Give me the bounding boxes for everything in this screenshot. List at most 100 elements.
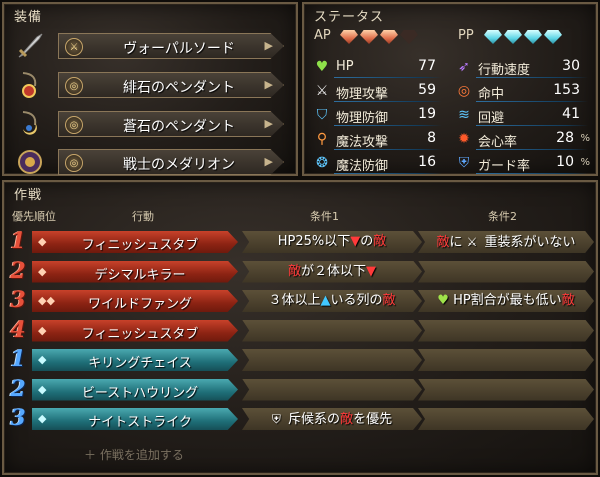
skill-slot[interactable]: ◆◆ ワイルドファング — [32, 290, 238, 312]
pp-gem-icon — [504, 30, 522, 44]
status-panel: ステータス AP PP ♥ HP 77 ⚔ 物理攻撃 59 ⛉ 物理防御 19 … — [302, 2, 598, 176]
condition-1-slot[interactable]: ⛨ 斥候系の敵を優先 — [242, 408, 422, 430]
chevron-right-icon: ▶ — [264, 117, 273, 130]
priority-number: 1 — [10, 346, 26, 372]
sword-icon — [14, 30, 46, 62]
priority-number: 3 — [10, 405, 26, 431]
priority-number: 2 — [10, 257, 26, 284]
stat-value: 41 — [562, 106, 580, 122]
red-pendant-icon — [14, 69, 46, 101]
weapon-type-icon: ⚔ — [65, 38, 83, 56]
stat-label: 魔法攻撃 — [336, 135, 389, 150]
tactic-row[interactable]: 4 ◆ フィニッシュスタブ — [4, 317, 596, 343]
stat-label: 行動速度 — [478, 63, 531, 78]
condition-1-slot[interactable] — [242, 319, 422, 342]
condition-1-slot[interactable]: HP25%以下▼の敵 — [242, 231, 422, 253]
condition-icon: ⚔ — [466, 235, 478, 249]
stat-value: 10 — [556, 154, 574, 170]
equipment-name: 戦士のメダリオン — [123, 157, 235, 173]
condition-text: ▼ — [366, 263, 377, 279]
equipment-slot-accessory-2[interactable]: ◎ 蒼石のペンダント ▶ — [10, 108, 292, 140]
stat-value: 28 — [556, 130, 574, 146]
equipment-plate: ⚔ ヴォーパルソード ▶ — [58, 33, 284, 59]
condition-2-slot[interactable] — [418, 408, 594, 430]
pp-label: PP — [458, 28, 474, 43]
equipment-name: 緋石のペンダント — [123, 80, 235, 96]
status-title: ステータス — [314, 10, 385, 25]
header-action: 行動 — [132, 210, 154, 223]
condition-2-slot[interactable]: ♥ HP割合が最も低い敵 — [418, 290, 594, 312]
skill-slot[interactable]: ◆ デシマルキラー — [32, 260, 238, 283]
condition-text: ♥ — [437, 293, 449, 308]
tactic-row[interactable]: 3 ◆◆ ワイルドファング ３体以上▲いる列の敵 ♥ HP割合が最も低い敵 — [4, 287, 596, 313]
tactic-row[interactable]: 2 ◆ ビーストハウリング — [4, 376, 596, 402]
condition-1-slot[interactable] — [242, 349, 422, 371]
skill-slot[interactable]: ◆ キリングチェイス — [32, 349, 238, 371]
condition-text: HP25%以下 — [277, 234, 351, 249]
skill-slot[interactable]: ◆ フィニッシュスタブ — [32, 319, 238, 342]
chevron-right-icon: ▶ — [264, 78, 273, 91]
condition-text: が２体以下 — [301, 263, 367, 279]
condition-2-slot[interactable] — [418, 349, 594, 371]
equipment-slot-weapon[interactable]: ⚔ ヴォーパルソード ▶ — [10, 30, 292, 62]
medallion-icon — [14, 146, 46, 178]
condition-text: ▼ — [350, 234, 361, 249]
ap-gem-icon — [360, 30, 378, 44]
skill-name: ワイルドファング — [87, 297, 192, 312]
condition-text: 敵 — [561, 293, 575, 308]
condition-2-slot[interactable] — [418, 319, 594, 342]
stat-value: 16 — [418, 154, 436, 170]
tactic-row[interactable]: 2 ◆ デシマルキラー 敵が２体以下▼ — [4, 257, 596, 284]
magic-defense-icon: ❂ — [316, 155, 328, 171]
stat-value: 19 — [418, 106, 436, 122]
condition-text: 敵 — [436, 235, 450, 250]
stat-label: HP — [336, 59, 354, 74]
condition-2-slot[interactable] — [418, 378, 594, 401]
stat-guard: ⛨ ガード率 10 % — [454, 152, 594, 174]
stat-divider — [476, 149, 588, 150]
stat-unit: % — [580, 157, 590, 168]
header-priority: 優先順位 — [12, 210, 56, 223]
equipment-slot-accessory-3[interactable]: ◎ 戦士のメダリオン ▶ — [10, 146, 292, 178]
condition-text: 敵 — [382, 293, 396, 308]
skill-name: デシマルキラー — [94, 267, 186, 283]
pp-gem-icon — [484, 30, 502, 44]
skill-slot[interactable]: ◆ ナイトストライク — [32, 408, 238, 430]
skill-name: フィニッシュスタブ — [81, 326, 199, 342]
stat-divider — [334, 77, 442, 78]
condition-1-slot[interactable] — [242, 378, 422, 401]
wand-icon: ⚲ — [316, 131, 328, 147]
condition-text: ▲ — [320, 293, 331, 308]
stat-value: 153 — [553, 82, 580, 98]
equipment-title: 装備 — [14, 10, 43, 25]
cost-gem-icon: ◆ — [38, 382, 47, 396]
condition-text: いる列の — [330, 293, 383, 308]
condition-1-slot[interactable]: 敵が２体以下▼ — [242, 260, 422, 283]
ap-gem-icon — [380, 30, 398, 44]
condition-2-slot[interactable]: 敵に ⚔ 重装系がいない — [418, 231, 594, 253]
add-tactic-button[interactable]: ＋ 作戦を追加する — [84, 446, 184, 463]
stat-divider — [334, 101, 442, 102]
speed-icon: ➶ — [458, 59, 470, 75]
condition-text: 敵 — [373, 234, 387, 249]
heart-icon: ♥ — [315, 59, 329, 75]
tactic-row[interactable]: 1 ◆ キリングチェイス — [4, 346, 596, 372]
stat-label: 会心率 — [478, 135, 518, 150]
stat-divider — [334, 149, 442, 150]
condition-text: を優先 — [353, 412, 393, 427]
stat-magic-defense: ❂ 魔法防御 16 — [312, 152, 446, 174]
skill-name: フィニッシュスタブ — [81, 238, 199, 253]
tactic-row[interactable]: 1 ◆ フィニッシュスタブ HP25%以下▼の敵 敵に ⚔ 重装系がいない — [4, 228, 596, 254]
skill-name: ビーストハウリング — [81, 385, 199, 401]
equipment-slot-accessory-1[interactable]: ◎ 緋石のペンダント ▶ — [10, 69, 292, 101]
stat-label: ガード率 — [478, 159, 531, 174]
condition-1-slot[interactable]: ３体以上▲いる列の敵 — [242, 290, 422, 312]
stat-physical-attack: ⚔ 物理攻撃 59 — [312, 80, 446, 102]
stat-label: 回避 — [478, 111, 505, 126]
stat-label: 魔法防御 — [336, 159, 389, 174]
priority-number: 3 — [10, 287, 26, 313]
condition-2-slot[interactable] — [418, 260, 594, 283]
tactic-row[interactable]: 3 ◆ ナイトストライク ⛨ 斥候系の敵を優先 — [4, 405, 596, 431]
skill-slot[interactable]: ◆ フィニッシュスタブ — [32, 231, 238, 253]
skill-slot[interactable]: ◆ ビーストハウリング — [32, 378, 238, 401]
